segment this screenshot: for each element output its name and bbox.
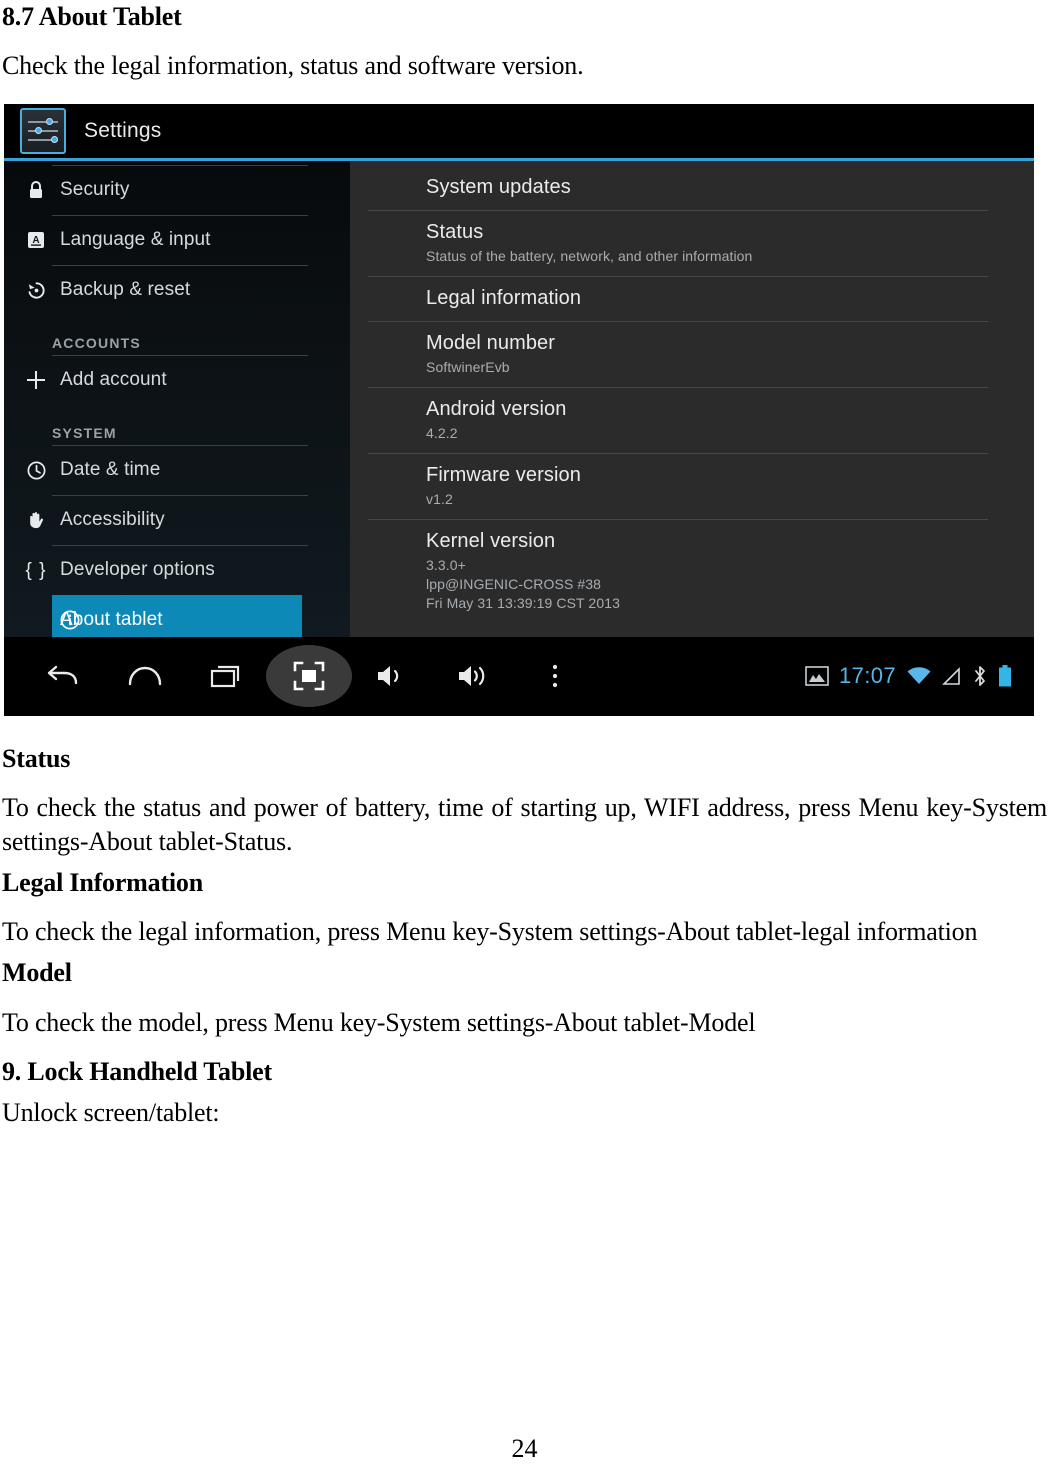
section-heading-lock-handheld-tablet: 9. Lock Handheld Tablet [2, 1056, 272, 1086]
section-body-lock-handheld-tablet: Unlock screen/tablet: [2, 1097, 220, 1127]
settings-body: Security A Language & input Backup & res… [4, 161, 1034, 646]
row-subtitle: 4.2.2 [426, 425, 458, 442]
about-tablet-list: System updates Status Status of the batt… [350, 161, 1034, 638]
sidebar-item-accessibility[interactable]: Accessibility [4, 495, 350, 545]
curly-braces-icon: { } [25, 559, 47, 581]
settings-app-bar: Settings [4, 104, 1034, 159]
sidebar-item-security[interactable]: Security [4, 165, 350, 215]
sidebar-item-developer-options[interactable]: { } Developer options [4, 545, 350, 595]
sidebar-item-label: Add account [60, 369, 167, 391]
hand-icon [24, 508, 48, 532]
intro-paragraph: Check the legal information, status and … [2, 51, 584, 81]
info-circle-icon [58, 608, 82, 632]
section-heading-legal-information: Legal Information [2, 868, 203, 898]
page-title: 8.7 About Tablet [2, 2, 182, 31]
sidebar-item-label: Date & time [60, 459, 161, 481]
row-title: Legal information [426, 287, 582, 310]
section-body-model: To check the model, press Menu key-Syste… [2, 1007, 756, 1037]
sidebar-section-accounts: ACCOUNTS [4, 315, 350, 355]
volume-up-icon[interactable] [432, 645, 514, 707]
sidebar-item-language-input[interactable]: A Language & input [4, 215, 350, 265]
section-body-status: To check the status and power of battery… [2, 793, 1047, 856]
image-icon[interactable] [805, 666, 829, 687]
row-subtitle: Status of the battery, network, and othe… [426, 248, 753, 265]
volume-down-icon[interactable] [350, 645, 432, 707]
document-page: 8.7 About Tablet Check the legal informa… [0, 2, 1049, 1478]
keyboard-letter-a-icon: A [24, 228, 48, 252]
sidebar-section-label: ACCOUNTS [52, 335, 141, 352]
nav-buttons [4, 645, 596, 707]
list-item-firmware-version[interactable]: Firmware version v1.2 [350, 453, 1034, 519]
list-item-android-version[interactable]: Android version 4.2.2 [350, 387, 1034, 453]
clock-label: 17:07 [838, 663, 896, 689]
sidebar-section-label: SYSTEM [52, 425, 117, 442]
clock-icon [24, 458, 48, 482]
svg-text:A: A [32, 235, 39, 246]
row-title: Kernel version [426, 529, 556, 552]
plus-icon [24, 368, 48, 392]
battery-icon [998, 665, 1012, 687]
row-title: System updates [426, 176, 571, 199]
list-item-legal-information[interactable]: Legal information [350, 276, 1034, 321]
sidebar-item-label: Developer options [60, 559, 215, 581]
row-title: Status [426, 221, 484, 244]
sidebar-item-add-account[interactable]: Add account [4, 355, 350, 405]
system-navigation-bar: 17:07 [4, 637, 1034, 716]
row-subtitle: 3.3.0+ lpp@INGENIC-CROSS #38 Fri May 31 … [426, 556, 620, 611]
recent-apps-icon[interactable] [186, 645, 268, 707]
settings-sliders-icon [20, 108, 66, 155]
app-title: Settings [84, 119, 162, 143]
sidebar-item-label: Accessibility [60, 509, 165, 531]
section-heading-model: Model [2, 958, 72, 988]
back-icon[interactable] [22, 645, 104, 707]
home-icon[interactable] [104, 645, 186, 707]
sidebar-section-system: SYSTEM [4, 405, 350, 445]
list-item-status[interactable]: Status Status of the battery, network, a… [350, 210, 1034, 276]
row-subtitle: SoftwinerEvb [426, 359, 510, 376]
lock-icon [24, 178, 48, 202]
sidebar-item-label: Security [60, 179, 130, 201]
bluetooth-icon [972, 665, 988, 687]
row-subtitle: v1.2 [426, 491, 453, 508]
row-title: Android version [426, 398, 567, 421]
wifi-icon [906, 666, 932, 686]
backup-restore-icon [24, 278, 48, 302]
row-title: Firmware version [426, 464, 581, 487]
section-body-legal-information: To check the legal information, press Me… [2, 917, 978, 947]
sidebar-item-backup-reset[interactable]: Backup & reset [4, 265, 350, 315]
page-number: 24 [511, 1434, 538, 1463]
sidebar-item-label: Language & input [60, 229, 211, 251]
row-title: Model number [426, 332, 556, 355]
status-bar: 17:07 [805, 663, 1034, 689]
sidebar-item-date-time[interactable]: Date & time [4, 445, 350, 495]
signal-icon [942, 666, 962, 686]
sidebar-item-label: Backup & reset [60, 279, 191, 301]
settings-sidebar: Security A Language & input Backup & res… [4, 161, 350, 646]
list-item-model-number[interactable]: Model number SoftwinerEvb [350, 321, 1034, 387]
android-settings-screenshot: Settings Security A Language & input Bac… [4, 104, 1034, 717]
list-item-system-updates[interactable]: System updates [350, 165, 1034, 210]
section-heading-status: Status [2, 744, 71, 774]
overflow-menu-icon[interactable] [514, 645, 596, 707]
list-item-kernel-version[interactable]: Kernel version 3.3.0+ lpp@INGENIC-CROSS … [350, 518, 1034, 623]
screenshot-icon[interactable] [268, 645, 350, 707]
